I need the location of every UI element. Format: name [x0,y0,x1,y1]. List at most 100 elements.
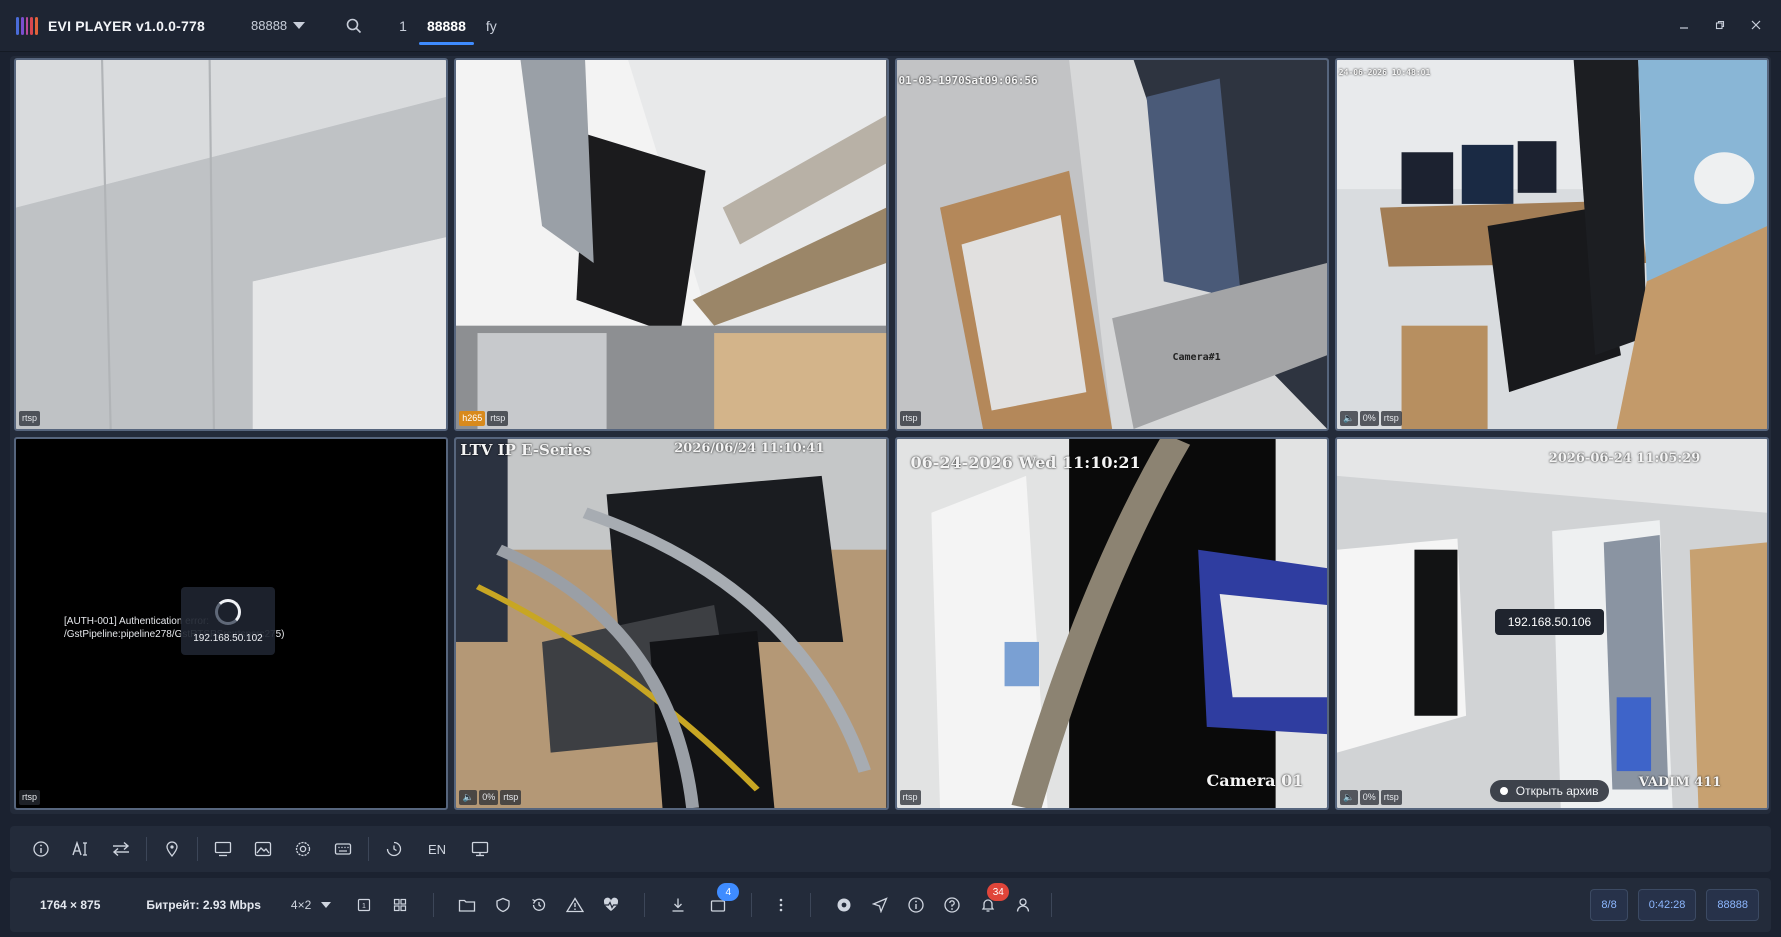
toolbar-divider [368,837,369,861]
layout-select[interactable]: 4×2 [291,898,332,912]
stream-badges: rtsp [899,790,921,805]
camera-tile-5[interactable]: [AUTH-001] Authentication error: /GstPip… [14,437,449,810]
tab-88888[interactable]: 88888 [417,11,476,45]
svg-text:1: 1 [362,903,366,910]
folder-button[interactable] [454,892,480,918]
language-button[interactable]: EN [419,834,455,864]
image-settings-button[interactable] [248,834,278,864]
camera-count-pill[interactable]: 8/8 [1590,889,1628,921]
toolbar-divider [146,837,147,861]
camera-tile-3[interactable]: 01-03-1970Sat09:06:56 Camera#1 rtsp [894,58,1329,431]
folder-icon [459,899,476,912]
volume-badge: 0% [1359,411,1379,426]
gear-icon [295,841,311,857]
info-icon [33,841,49,857]
status-divider [433,893,435,917]
location-pin-icon [166,841,178,857]
camera-settings-button[interactable] [288,834,318,864]
codec-badge: h265 [459,411,486,426]
app-title: EVI PLAYER v1.0.0-778 [48,17,205,34]
help-icon [944,897,960,913]
open-archive-label: Открыть архив [1515,784,1599,798]
downloads-queue-button[interactable]: 4 [705,883,740,918]
volume-badge: 0% [1359,790,1379,805]
kebab-menu-icon [779,898,783,912]
send-button[interactable] [867,892,893,918]
map-location-button[interactable] [157,834,187,864]
night-mode-button[interactable] [379,834,409,864]
screen-output-button[interactable] [465,834,495,864]
grid-view-button[interactable] [387,892,413,918]
restore-button[interactable] [1709,14,1731,36]
camera-tile-4[interactable]: 24-06-2026 10:48:01 🔈 0% rtsp [1334,58,1769,431]
about-button[interactable] [903,892,929,918]
stream-badges: h265 rtsp [459,411,509,426]
speaker-mute-icon[interactable]: 🔈 [459,790,478,805]
tab-fy[interactable]: fy [476,11,507,41]
search-button[interactable] [343,15,365,37]
swap-streams-button[interactable] [106,834,136,864]
image-icon [254,841,272,857]
minimize-icon [1680,27,1688,29]
settings-gear-icon [837,898,851,912]
security-button[interactable] [490,892,516,918]
camera-feed-image [456,439,887,808]
notifications-button[interactable]: 34 [975,883,1010,918]
camera-tile-8[interactable]: 2026-06-24 11:05:29 VADIM 411 192.168.50… [1334,437,1769,810]
keyboard-button[interactable] [328,834,358,864]
protocol-badge: rtsp [487,411,509,426]
close-icon [1751,20,1761,30]
camera-tile-1[interactable]: rtsp [14,58,449,431]
single-view-button[interactable]: 1 [351,892,377,918]
help-button[interactable] [939,892,965,918]
status-bar: 1764 × 875 Битрейт: 2.93 Mbps 4×2 1 4 34… [10,878,1771,932]
status-pills: 8/8 0:42:28 88888 [1590,889,1759,921]
info-icon [908,897,924,913]
camera-feed-image [1336,60,1767,429]
camera-grid: rtsp h265 rtsp 01-03-1970Sat09:06:56 Cam… [14,58,1769,810]
connecting-indicator: 192.168.50.102 [181,587,275,655]
overlay-toolbar: EN [10,826,1771,872]
tab-1[interactable]: 1 [389,11,417,41]
open-archive-button[interactable]: Открыть архив [1489,780,1609,802]
speaker-mute-icon[interactable]: 🔈 [1339,790,1358,805]
camera-tile-6[interactable]: LTV IP E-Series 2026/06/24 11:10:41 🔈 0%… [454,437,889,810]
camera-feed-image [456,60,887,429]
user-icon [1017,898,1030,912]
protocol-badge: rtsp [1380,411,1402,426]
display-button[interactable] [208,834,238,864]
speaker-mute-icon[interactable]: 🔈 [1339,411,1358,426]
camera-name-overlay: Camera#1 [1172,352,1221,363]
health-button[interactable] [598,892,624,918]
alerts-button[interactable] [562,892,588,918]
close-button[interactable] [1745,14,1767,36]
status-divider [644,893,646,917]
history-button[interactable] [526,892,552,918]
profile-select[interactable]: 88888 [251,18,306,33]
stream-badges: rtsp [899,411,921,426]
download-icon [672,898,684,912]
toolbar-divider [197,837,198,861]
minimize-button[interactable] [1673,14,1695,36]
camera-tile-2[interactable]: h265 rtsp [454,58,889,431]
timestamp-overlay: 2026-06-24 11:05:29 [1548,451,1701,466]
warning-icon [566,897,585,913]
camera-grid-panel: rtsp h265 rtsp 01-03-1970Sat09:06:56 Cam… [10,56,1771,814]
loading-spinner-icon [215,598,241,625]
text-style-icon [72,841,87,856]
uptime-pill[interactable]: 0:42:28 [1637,889,1697,921]
camera-feed-image [896,439,1327,808]
user-button[interactable] [1011,892,1037,918]
settings-button[interactable] [831,892,857,918]
info-overlay-button[interactable] [26,834,56,864]
restore-icon [1715,20,1725,30]
camera-tile-7[interactable]: 06-24-2026 Wed 11:10:21 Camera 01 rtsp [894,437,1329,810]
text-overlay-button[interactable] [66,834,96,864]
more-options-button[interactable] [768,892,794,918]
send-icon [872,897,888,913]
search-icon [346,18,362,33]
download-button[interactable] [665,892,691,918]
user-pill[interactable]: 88888 [1706,889,1759,921]
tab-bar: 1 88888 fy [389,0,507,52]
stream-badges: 🔈 0% rtsp [1339,411,1402,426]
